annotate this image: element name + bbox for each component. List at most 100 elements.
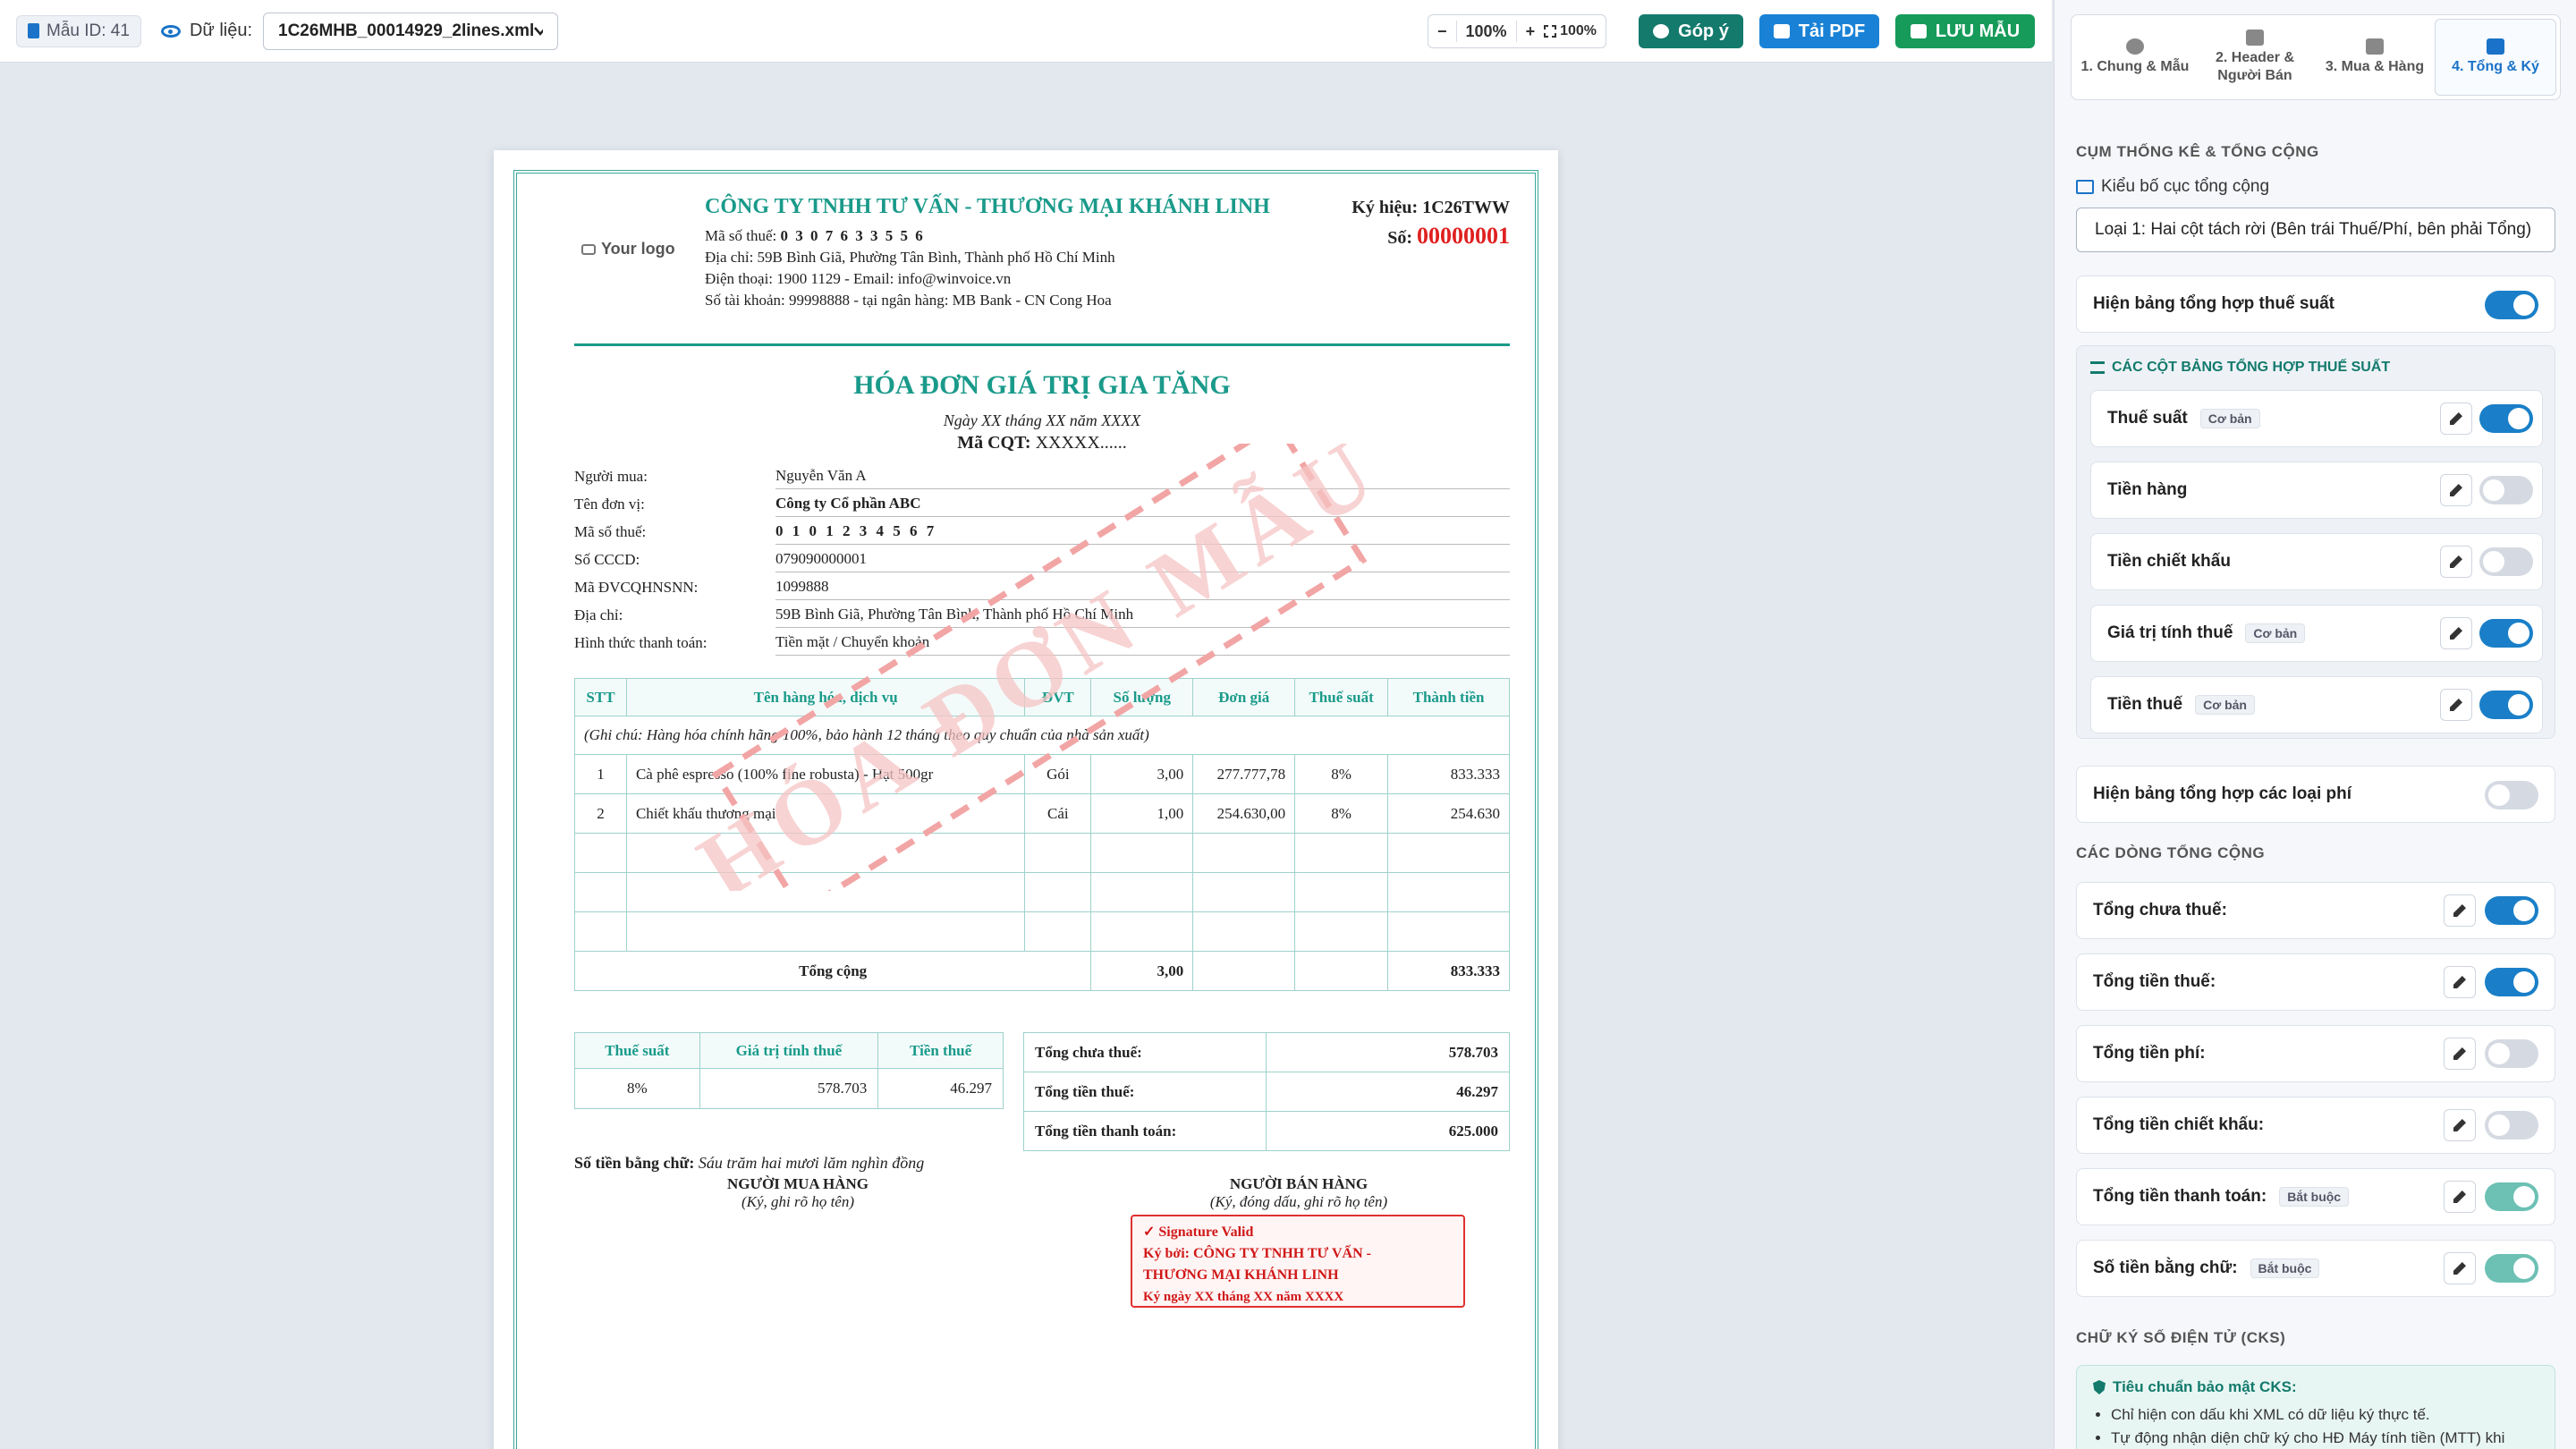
- document-icon: [28, 23, 39, 38]
- tab-totals-signature[interactable]: 4. Tổng & Ký: [2435, 19, 2556, 96]
- layout-select[interactable]: Loại 1: Hai cột tách rời (Bên trái Thuế/…: [2076, 208, 2555, 252]
- item-stt: 2: [574, 793, 627, 834]
- edit-button[interactable]: [2444, 894, 2476, 927]
- invoice-number: 00000001: [1417, 223, 1510, 249]
- tax-amount: 46.297: [877, 1068, 1004, 1109]
- show-tax-summary-toggle[interactable]: [2485, 291, 2538, 319]
- tab-label: 2. Header & Người Bán: [2215, 50, 2295, 83]
- cqt-label: Mã CQT:: [957, 433, 1031, 453]
- seller-signature: NGƯỜI BÁN HÀNG (Ký, đóng dấu, ghi rõ họ …: [1129, 1175, 1469, 1211]
- top-toolbar: Mẫu ID: 41 Dữ liệu: 1C26MHB_00014929_2li…: [0, 0, 2052, 63]
- layout-select-value: Loại 1: Hai cột tách rời (Bên trái Thuế/…: [2095, 220, 2532, 239]
- total-line-toggle[interactable]: [2485, 1039, 2538, 1068]
- total-line-toggle[interactable]: [2485, 968, 2538, 996]
- col-header: ĐVT: [1024, 678, 1092, 716]
- image-icon: [581, 243, 596, 255]
- table-row: 1 Cà phê espresso (100% fine robusta) - …: [574, 754, 1510, 794]
- data-file-select[interactable]: 1C26MHB_00014929_2lines.xml: [263, 12, 559, 50]
- item-price: 277.777,78: [1192, 754, 1296, 794]
- edit-button[interactable]: [2444, 1109, 2476, 1141]
- total-qty: 3,00: [1090, 951, 1194, 991]
- cqt-code-line: Mã CQT: XXXXX......: [574, 433, 1510, 453]
- seller-sign-title: NGƯỜI BÁN HÀNG: [1229, 1175, 1368, 1192]
- shield-icon: [2093, 1380, 2106, 1394]
- tax-column-toggle[interactable]: [2479, 476, 2533, 504]
- layout-label: Kiểu bố cục tổng cộng: [2076, 177, 2269, 197]
- save-template-button[interactable]: LƯU MẪU: [1895, 14, 2035, 48]
- table-row: Tổng tiền thuế: 46.297: [1022, 1072, 1510, 1112]
- col-header: Thuế suất: [1294, 678, 1389, 716]
- download-pdf-button[interactable]: Tải PDF: [1759, 14, 1879, 48]
- tax-column-toggle[interactable]: [2479, 404, 2533, 433]
- zoom-out-button[interactable]: −: [1437, 22, 1447, 41]
- option-label: Tiền chiết khấu: [2107, 552, 2231, 571]
- chevron-down-icon: [534, 26, 544, 36]
- list-item: Tự động nhận diện chữ ký cho HĐ Máy tính…: [2111, 1427, 2538, 1449]
- pencil-icon: [2453, 1262, 2466, 1275]
- edit-button[interactable]: [2444, 1252, 2476, 1284]
- col-header: STT: [574, 678, 627, 716]
- edit-button[interactable]: [2444, 1181, 2476, 1213]
- buyer-label: Mã số thuế:: [574, 523, 647, 540]
- expand-icon: [1544, 25, 1557, 38]
- tax-columns-title: CÁC CỘT BẢNG TỔNG HỢP THUẾ SUẤT: [2090, 360, 2390, 376]
- serial-line: Ký hiệu: 1C26TWW: [1352, 193, 1510, 222]
- zoom-in-button[interactable]: +: [1526, 22, 1536, 41]
- seller-tax-code: 0 3 0 7 6 3 3 5 5 6: [780, 227, 925, 244]
- zoom-control: − 100% + 100%: [1428, 14, 1606, 48]
- tax-column-toggle[interactable]: [2479, 619, 2533, 648]
- zoom-divider: [1515, 21, 1517, 42]
- col-header: Thuế suất: [574, 1032, 700, 1069]
- edit-button[interactable]: [2440, 546, 2472, 578]
- empty-row: [574, 911, 1510, 952]
- buyer-row: Số CCCD: 079090000001: [574, 545, 1510, 572]
- item-unit: Cái: [1024, 793, 1092, 834]
- buyer-value: 59B Bình Giã, Phường Tân Bình, Thành phố…: [775, 606, 1510, 628]
- buyer-value: Nguyễn Văn A: [775, 467, 1510, 489]
- eye-icon[interactable]: [160, 24, 181, 38]
- edit-button[interactable]: [2444, 966, 2476, 998]
- edit-button[interactable]: [2444, 1038, 2476, 1070]
- total-amount: 833.333: [1387, 951, 1510, 991]
- tax-column-toggle[interactable]: [2479, 547, 2533, 576]
- edit-button[interactable]: [2440, 474, 2472, 506]
- buyer-value: Công ty Cổ phần ABC: [775, 495, 1510, 517]
- total-line-row: Tổng tiền thuế:: [2076, 953, 2555, 1011]
- zoom-fit-button[interactable]: 100%: [1544, 23, 1597, 39]
- tab-label: 4. Tổng & Ký: [2452, 59, 2539, 74]
- settings-tabs: 1. Chung & Mẫu 2. Header & Người Bán 3. …: [2071, 14, 2561, 100]
- tax-column-toggle[interactable]: [2479, 691, 2533, 719]
- feedback-button[interactable]: Góp ý: [1639, 14, 1743, 48]
- edit-button[interactable]: [2440, 402, 2472, 435]
- edit-button[interactable]: [2440, 689, 2472, 721]
- show-fee-summary-toggle[interactable]: [2485, 781, 2538, 809]
- logo-text: Your logo: [601, 240, 675, 258]
- table-row: Tổng chưa thuế: 578.703: [1022, 1032, 1510, 1072]
- feedback-label: Góp ý: [1678, 21, 1729, 41]
- seller-tax-label: Mã số thuế:: [705, 227, 777, 244]
- total-line-toggle[interactable]: [2485, 1254, 2538, 1283]
- buyer-label: Tên đơn vị:: [574, 496, 645, 513]
- edit-button[interactable]: [2440, 617, 2472, 649]
- tab-header-seller[interactable]: 2. Header & Người Bán: [2195, 19, 2315, 96]
- item-rate: 8%: [1294, 793, 1389, 834]
- total-line-toggle[interactable]: [2485, 1182, 2538, 1211]
- tab-buyer-items[interactable]: 3. Mua & Hàng: [2315, 19, 2435, 96]
- total-line-toggle[interactable]: [2485, 896, 2538, 925]
- template-id: Mẫu ID: 41: [47, 21, 130, 40]
- template-id-badge: Mẫu ID: 41: [16, 14, 141, 47]
- buyer-row: Mã ĐVCQHNSNN: 1099888: [574, 572, 1510, 600]
- empty-row: [574, 872, 1510, 912]
- data-label: Dữ liệu:: [189, 21, 253, 40]
- tax-column-row: Tiền thuế Cơ bản: [2090, 676, 2543, 733]
- signature-icon: [2487, 38, 2504, 55]
- total-line-toggle[interactable]: [2485, 1111, 2538, 1140]
- zoom-fit-label: 100%: [1560, 23, 1597, 38]
- buyer-sign-note: (Ký, ghi rõ họ tên): [741, 1193, 855, 1210]
- summary-value: 46.297: [1266, 1072, 1510, 1112]
- option-label: Tổng tiền phí:: [2093, 1044, 2206, 1063]
- totals-table: Tổng chưa thuế: 578.703 Tổng tiền thuế: 46…: [1022, 1032, 1510, 1151]
- buyer-label: Mã ĐVCQHNSNN:: [574, 579, 699, 596]
- tab-general[interactable]: 1. Chung & Mẫu: [2075, 19, 2195, 96]
- option-badge: Cơ bản: [2195, 695, 2255, 715]
